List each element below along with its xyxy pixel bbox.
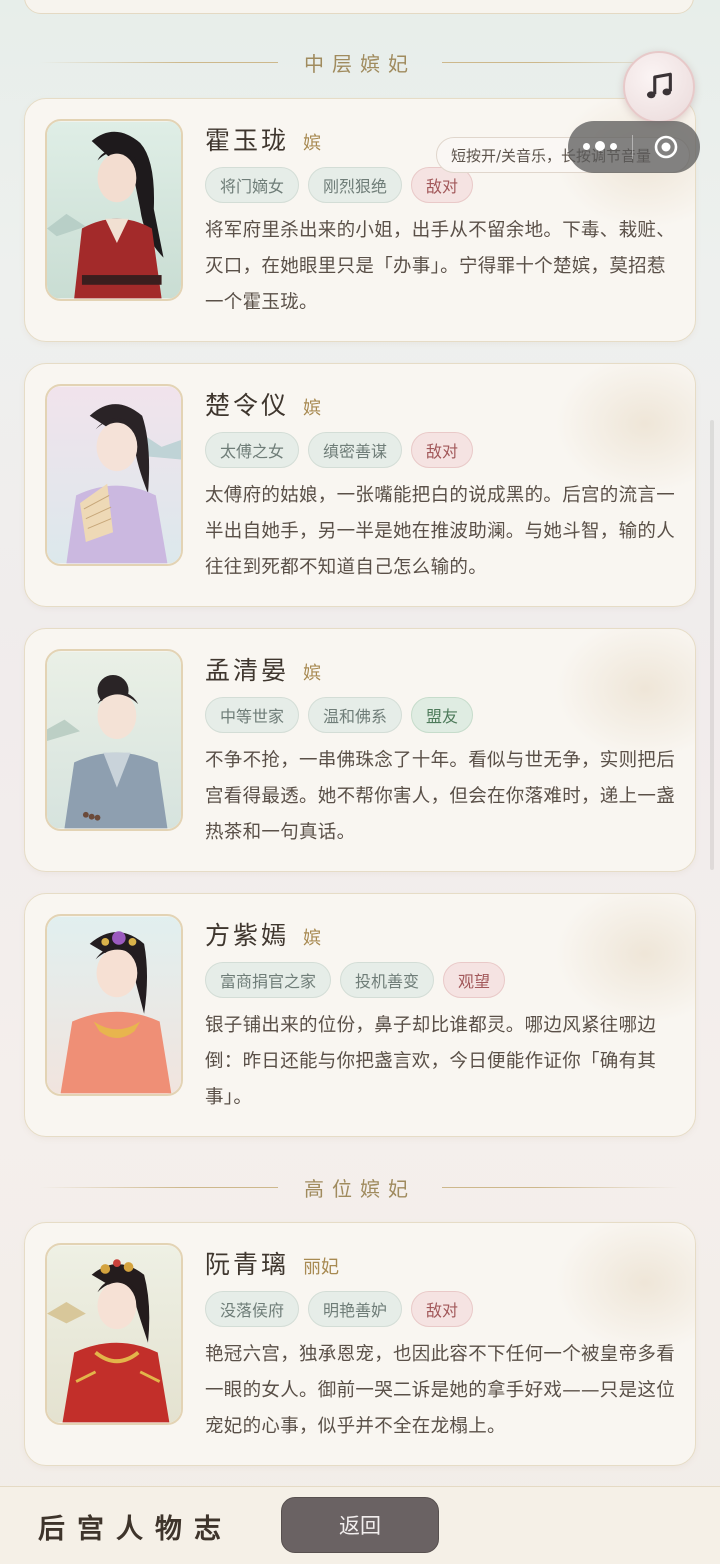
target-circle-icon xyxy=(654,135,678,159)
tag-stance-hostile: 敌对 xyxy=(411,432,474,468)
tag-background: 富商捐官之家 xyxy=(205,962,332,998)
portrait-illustration-lavender-robe xyxy=(47,386,181,564)
character-portrait xyxy=(45,384,183,566)
section-divider-high: 高位嫔妃 xyxy=(40,1167,680,1207)
tag-stance-ally: 盟友 xyxy=(411,697,474,733)
character-portrait xyxy=(45,914,183,1096)
character-card[interactable]: 孟清晏 嫔 中等世家 温和佛系 盟友 不争不抢，一串佛珠念了十年。看似与世无争，… xyxy=(24,628,696,872)
character-name: 楚令仪 xyxy=(205,391,290,420)
tag-personality: 温和佛系 xyxy=(308,697,403,733)
character-description: 将军府里杀出来的小姐，出手从不留余地。下毒、栽赃、灭口，在她眼里只是「办事」。宁… xyxy=(205,220,676,313)
divider-line-right xyxy=(442,1186,680,1188)
character-description: 银子铺出来的位份，鼻子却比谁都灵。哪边风紧往哪边倒：昨日还能与你把盏言欢，今日便… xyxy=(205,1015,657,1108)
character-description: 太傅府的姑娘，一张嘴能把白的说成黑的。后宫的流言一半出自她手，另一半是她在推波助… xyxy=(205,485,676,578)
tag-list: 太傅之女 缜密善谋 敌对 xyxy=(205,432,474,468)
tag-stance-neutral: 观望 xyxy=(443,962,506,998)
tag-personality: 明艳善妒 xyxy=(308,1291,403,1327)
portrait-illustration-red-gold-robe xyxy=(47,1245,181,1423)
tag-personality: 刚烈狠绝 xyxy=(308,167,403,203)
more-dot-icon xyxy=(610,142,617,150)
character-name: 孟清晏 xyxy=(205,656,290,685)
character-rank: 丽妃 xyxy=(303,1257,340,1278)
section-title-high: 高位嫔妃 xyxy=(304,1176,416,1201)
tag-list: 中等世家 温和佛系 盟友 xyxy=(205,697,474,733)
tag-personality: 投机善变 xyxy=(340,962,435,998)
character-card[interactable]: 楚令仪 嫔 太傅之女 缜密善谋 敌对 太傅府的姑娘，一张嘴能把白的说成黑的。后宫… xyxy=(24,363,696,607)
divider-line-left xyxy=(40,1186,278,1188)
portrait-illustration-red-robe xyxy=(47,121,181,299)
previous-card-edge xyxy=(24,0,694,14)
bottom-bar: 后宫人物志 返回 xyxy=(0,1486,720,1564)
character-portrait xyxy=(45,649,183,831)
tag-background: 太傅之女 xyxy=(205,432,300,468)
portrait-illustration-coral-robe xyxy=(47,916,181,1094)
tag-background: 将门嫡女 xyxy=(205,167,300,203)
music-toggle-button[interactable] xyxy=(623,51,695,123)
tag-list: 将门嫡女 刚烈狠绝 敌对 xyxy=(205,167,474,203)
character-rank: 嫔 xyxy=(303,398,322,419)
character-name: 霍玉珑 xyxy=(205,126,290,155)
tag-personality: 缜密善谋 xyxy=(308,432,403,468)
character-portrait xyxy=(45,1243,183,1425)
character-description: 不争不抢，一串佛珠念了十年。看似与世无争，实则把后宫看得最透。她不帮你害人，但会… xyxy=(205,750,676,843)
tag-list: 富商捐官之家 投机善变 观望 xyxy=(205,962,506,998)
scrollbar[interactable] xyxy=(710,420,714,870)
tag-stance-hostile: 敌对 xyxy=(411,1291,474,1327)
tag-list: 没落侯府 明艳善妒 敌对 xyxy=(205,1291,474,1327)
character-name: 方紫嫣 xyxy=(205,921,290,950)
character-card[interactable]: 阮青璃 丽妃 没落侯府 明艳善妒 敌对 艳冠六宫，独承恩宠，也因此容不下任何一个… xyxy=(24,1222,696,1466)
character-portrait xyxy=(45,119,183,301)
close-miniprogram-button[interactable] xyxy=(633,133,699,161)
character-rank: 嫔 xyxy=(303,663,322,684)
miniprogram-capsule xyxy=(568,121,700,173)
more-menu-button[interactable] xyxy=(568,141,632,152)
page-title: 后宫人物志 xyxy=(38,1514,233,1545)
section-title-middle: 中层嫔妃 xyxy=(304,51,416,76)
character-name: 阮青璃 xyxy=(205,1250,290,1279)
character-card[interactable]: 方紫嫣 嫔 富商捐官之家 投机善变 观望 银子铺出来的位份，鼻子却比谁都灵。哪边… xyxy=(24,893,696,1137)
portrait-illustration-grey-robe xyxy=(47,651,181,829)
tag-background: 中等世家 xyxy=(205,697,300,733)
divider-line-left xyxy=(40,61,278,63)
music-note-icon xyxy=(646,72,672,99)
more-dot-icon xyxy=(595,141,605,152)
back-button[interactable]: 返回 xyxy=(281,1497,439,1553)
character-description: 艳冠六宫，独承恩宠，也因此容不下任何一个被皇帝多看一眼的女人。御前一哭二诉是她的… xyxy=(205,1344,676,1437)
tag-background: 没落侯府 xyxy=(205,1291,300,1327)
character-rank: 嫔 xyxy=(303,133,322,154)
section-divider-middle: 中层嫔妃 xyxy=(40,42,680,82)
more-dot-icon xyxy=(583,142,590,150)
character-rank: 嫔 xyxy=(303,928,322,949)
